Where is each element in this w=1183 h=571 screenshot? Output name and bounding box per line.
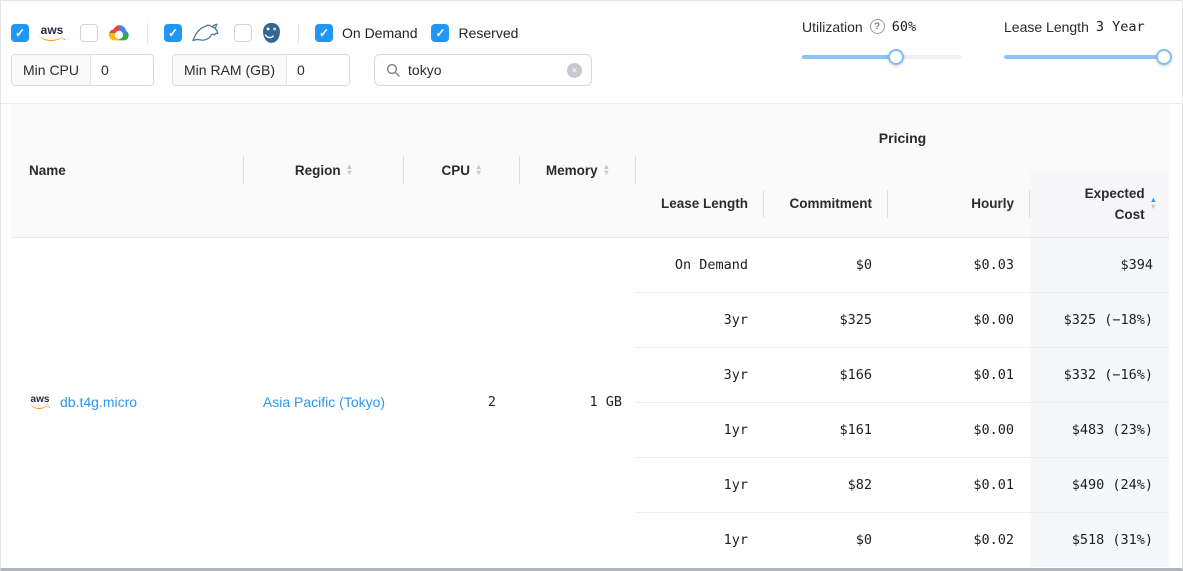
help-icon[interactable]: ? xyxy=(870,19,885,34)
commitment-value-cell: $0 xyxy=(764,237,888,292)
lease-length-value-cell: 1yr xyxy=(636,457,764,512)
column-header-expected-cost[interactable]: Expected Cost ▲▼ xyxy=(1030,171,1169,237)
aws-checkbox[interactable]: ✓ xyxy=(11,24,29,42)
memory-cell: 1 GB xyxy=(520,237,636,567)
min-ram-input[interactable] xyxy=(287,55,349,85)
instance-name-cell: aws db.t4g.micro xyxy=(11,237,244,567)
min-cpu-label: Min CPU xyxy=(12,55,91,85)
column-header-lease-length: Lease Length xyxy=(636,171,764,237)
lease-length-control: Lease Length 3 Year xyxy=(1004,16,1164,103)
column-header-memory[interactable]: Memory ▲▼ xyxy=(520,104,636,237)
commitment-value-cell: $82 xyxy=(764,457,888,512)
search-input[interactable] xyxy=(408,62,567,78)
lease-length-value-cell: On Demand xyxy=(636,237,764,292)
commitment-value-cell: $0 xyxy=(764,512,888,567)
on-demand-label: On Demand xyxy=(342,25,417,41)
instance-pricing-app: ✓ aws ✓ xyxy=(0,0,1183,571)
filter-on-demand: ✓ On Demand xyxy=(315,24,417,42)
google-cloud-logo-icon xyxy=(107,23,131,43)
mysql-dolphin-icon xyxy=(191,23,220,43)
expected-cost-value-cell: $394 xyxy=(1030,237,1169,292)
filter-divider xyxy=(147,23,148,43)
hourly-value-cell: $0.03 xyxy=(888,237,1030,292)
region-link[interactable]: Asia Pacific (Tokyo) xyxy=(263,394,385,410)
filter-mysql: ✓ xyxy=(164,23,220,43)
filter-divider xyxy=(298,23,299,43)
search-icon xyxy=(386,63,400,77)
expected-cost-value-cell: $490 (24%) xyxy=(1030,457,1169,512)
utilization-caption: Utilization ? 60% xyxy=(802,16,962,37)
search-box: ✕ xyxy=(374,54,592,86)
reserved-checkbox[interactable]: ✓ xyxy=(431,24,449,42)
lease-length-value-cell: 1yr xyxy=(636,512,764,567)
lease-length-value-cell: 3yr xyxy=(636,347,764,402)
filter-gcp: ✓ xyxy=(80,23,131,43)
utilization-label: Utilization xyxy=(802,19,863,35)
aws-provider-icon: aws xyxy=(29,395,51,410)
filter-aws: ✓ aws xyxy=(11,24,66,42)
hourly-value-cell: $0.00 xyxy=(888,402,1030,457)
hourly-value-cell: $0.01 xyxy=(888,347,1030,402)
reserved-label: Reserved xyxy=(458,25,518,41)
utilization-value: 60% xyxy=(892,19,916,35)
check-icon: ✓ xyxy=(15,27,25,39)
commitment-value-cell: $325 xyxy=(764,292,888,347)
sort-icon: ▲▼ xyxy=(346,164,353,177)
expected-cost-value-cell: $483 (23%) xyxy=(1030,402,1169,457)
column-header-region[interactable]: Region ▲▼ xyxy=(244,104,404,237)
hourly-value-cell: $0.00 xyxy=(888,292,1030,347)
aws-logo-icon: aws xyxy=(38,24,66,42)
mysql-checkbox[interactable]: ✓ xyxy=(164,24,182,42)
filter-bar: ✓ aws ✓ xyxy=(1,1,1182,104)
postgresql-elephant-icon xyxy=(261,22,282,44)
filter-reserved: ✓ Reserved xyxy=(431,24,518,42)
hourly-value-cell: $0.01 xyxy=(888,457,1030,512)
check-icon: ✓ xyxy=(435,27,445,39)
commitment-value-cell: $166 xyxy=(764,347,888,402)
provider-engine-filter-row: ✓ aws ✓ xyxy=(11,12,592,53)
check-icon: ✓ xyxy=(168,27,178,39)
expected-cost-value-cell: $325 (−18%) xyxy=(1030,292,1169,347)
column-header-hourly: Hourly xyxy=(888,171,1030,237)
lease-length-value-cell: 3yr xyxy=(636,292,764,347)
check-icon: ✓ xyxy=(319,27,329,39)
min-ram-group: Min RAM (GB) xyxy=(172,54,350,86)
filter-bar-left: ✓ aws ✓ xyxy=(1,1,592,103)
pricing-group-header: Pricing xyxy=(636,104,1169,171)
postgresql-checkbox[interactable]: ✓ xyxy=(234,24,252,42)
sort-icon-active: ▲▼ xyxy=(1150,197,1157,210)
lease-length-label: Lease Length xyxy=(1004,19,1089,35)
slider-handle[interactable] xyxy=(1156,49,1172,65)
expected-cost-value-cell: $332 (−16%) xyxy=(1030,347,1169,402)
hourly-value-cell: $0.02 xyxy=(888,512,1030,567)
utilization-control: Utilization ? 60% xyxy=(802,16,962,103)
lease-length-value: 3 Year xyxy=(1096,19,1145,35)
sort-icon: ▲▼ xyxy=(603,164,610,177)
column-header-cpu[interactable]: CPU ▲▼ xyxy=(404,104,520,237)
instances-table: Name Region ▲▼ CPU ▲▼ Memory ▲▼ Pricing … xyxy=(11,104,1169,567)
clear-search-icon[interactable]: ✕ xyxy=(567,63,582,78)
min-cpu-input[interactable] xyxy=(91,55,153,85)
min-cpu-group: Min CPU xyxy=(11,54,154,86)
column-header-name: Name xyxy=(11,104,244,237)
numeric-filter-row: Min CPU Min RAM (GB) ✕ xyxy=(11,54,592,86)
pricing-row: aws db.t4g.micro Asia Pacific (Tokyo) 2 … xyxy=(11,237,1169,292)
filter-postgresql: ✓ xyxy=(234,22,282,44)
region-cell: Asia Pacific (Tokyo) xyxy=(244,237,404,567)
slider-handle[interactable] xyxy=(888,49,904,65)
instance-name-link[interactable]: db.t4g.micro xyxy=(60,394,137,410)
slider-controls: Utilization ? 60% Lease Length 3 Year xyxy=(802,1,1182,103)
commitment-value-cell: $161 xyxy=(764,402,888,457)
lease-length-slider[interactable] xyxy=(1004,48,1164,66)
lease-length-value-cell: 1yr xyxy=(636,402,764,457)
min-ram-label: Min RAM (GB) xyxy=(173,55,287,85)
sort-icon: ▲▼ xyxy=(475,164,482,177)
gcp-checkbox[interactable]: ✓ xyxy=(80,24,98,42)
lease-length-caption: Lease Length 3 Year xyxy=(1004,16,1164,37)
on-demand-checkbox[interactable]: ✓ xyxy=(315,24,333,42)
expected-cost-value-cell: $518 (31%) xyxy=(1030,512,1169,567)
cpu-cell: 2 xyxy=(404,237,520,567)
utilization-slider[interactable] xyxy=(802,48,962,66)
column-header-commitment: Commitment xyxy=(764,171,888,237)
